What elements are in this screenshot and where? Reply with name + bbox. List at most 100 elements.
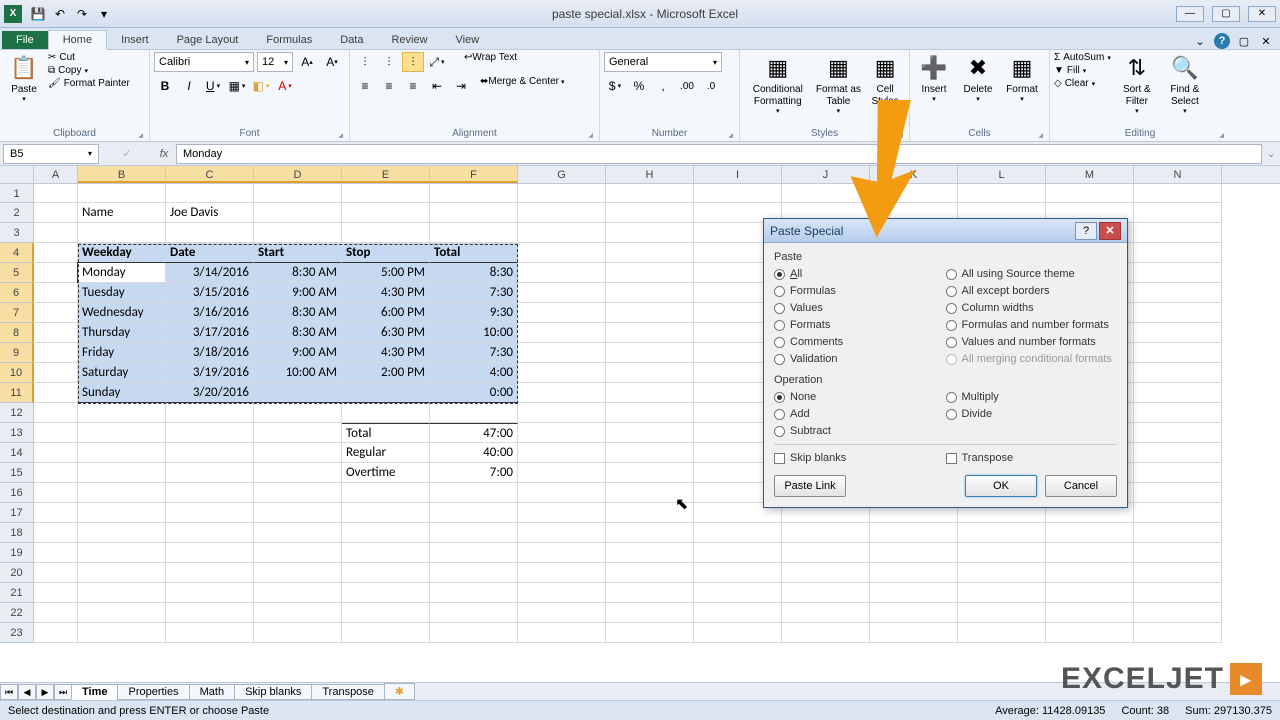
- cell[interactable]: [518, 603, 606, 623]
- cell[interactable]: [606, 463, 694, 483]
- tab-insert[interactable]: Insert: [107, 31, 163, 49]
- autosum-button[interactable]: ΣAutoSum▾: [1054, 52, 1111, 63]
- cell[interactable]: [1134, 523, 1222, 543]
- cell[interactable]: [430, 583, 518, 603]
- cell[interactable]: [1046, 603, 1134, 623]
- cell[interactable]: [34, 403, 78, 423]
- cell[interactable]: [430, 483, 518, 503]
- cell[interactable]: [254, 423, 342, 443]
- col-header[interactable]: N: [1134, 166, 1222, 183]
- format-as-table-button[interactable]: ▦Format as Table▾: [816, 52, 862, 116]
- cell[interactable]: Monday: [78, 263, 166, 283]
- italic-button[interactable]: I: [178, 76, 200, 96]
- clear-button[interactable]: ◇Clear▾: [1054, 78, 1111, 89]
- cell[interactable]: Weekday: [78, 243, 166, 263]
- cell[interactable]: [606, 343, 694, 363]
- cell[interactable]: 6:00 PM: [342, 303, 430, 323]
- cell[interactable]: [782, 563, 870, 583]
- sheet-tab-math[interactable]: Math: [189, 684, 235, 700]
- cell[interactable]: [342, 184, 430, 203]
- dialog-help-button[interactable]: ?: [1075, 222, 1097, 240]
- sheet-tab-skip-blanks[interactable]: Skip blanks: [234, 684, 312, 700]
- paste-button[interactable]: 📋 Paste▾: [4, 52, 44, 104]
- cell[interactable]: [342, 523, 430, 543]
- cell[interactable]: [870, 623, 958, 643]
- cell[interactable]: [430, 403, 518, 423]
- cell[interactable]: [518, 463, 606, 483]
- increase-decimal-icon[interactable]: .00: [676, 76, 698, 96]
- cell[interactable]: [78, 483, 166, 503]
- cell[interactable]: [166, 503, 254, 523]
- cell[interactable]: [1134, 563, 1222, 583]
- cell[interactable]: [254, 523, 342, 543]
- cell[interactable]: [34, 503, 78, 523]
- radio-all[interactable]: All: [774, 267, 946, 281]
- cell[interactable]: Tuesday: [78, 283, 166, 303]
- cell[interactable]: [870, 583, 958, 603]
- cell-styles-button[interactable]: ▦Cell Styles▾: [865, 52, 905, 116]
- merge-center-button[interactable]: ⬌Merge & Center: [480, 76, 565, 96]
- cell[interactable]: Regular: [342, 443, 430, 463]
- cell[interactable]: [518, 523, 606, 543]
- align-right-icon[interactable]: ≡: [402, 76, 424, 96]
- cell[interactable]: [430, 523, 518, 543]
- radio-column-widths[interactable]: Column widths: [946, 301, 1118, 315]
- cell[interactable]: [342, 563, 430, 583]
- inner-close-icon[interactable]: ✕: [1258, 33, 1274, 49]
- cell[interactable]: [78, 583, 166, 603]
- cell[interactable]: [606, 203, 694, 223]
- row-header[interactable]: 13: [0, 423, 34, 443]
- name-box[interactable]: B5▾: [3, 144, 99, 164]
- row-header[interactable]: 17: [0, 503, 34, 523]
- row-header[interactable]: 1: [0, 184, 34, 203]
- cell[interactable]: [518, 483, 606, 503]
- cell[interactable]: [606, 563, 694, 583]
- cell[interactable]: [254, 463, 342, 483]
- qat-customize-icon[interactable]: ▾: [94, 4, 114, 24]
- cell[interactable]: [1134, 363, 1222, 383]
- cell[interactable]: 2:00 PM: [342, 363, 430, 383]
- cell[interactable]: [606, 323, 694, 343]
- cell[interactable]: [606, 383, 694, 403]
- col-header[interactable]: A: [34, 166, 78, 183]
- cell[interactable]: [254, 563, 342, 583]
- redo-icon[interactable]: ↷: [72, 4, 92, 24]
- cell[interactable]: [34, 423, 78, 443]
- cell[interactable]: Name: [78, 203, 166, 223]
- radio-add[interactable]: Add: [774, 407, 946, 421]
- row-header[interactable]: 11: [0, 383, 34, 403]
- cell[interactable]: [958, 184, 1046, 203]
- cell[interactable]: Thursday: [78, 323, 166, 343]
- cell[interactable]: 10:00: [430, 323, 518, 343]
- fill-color-button[interactable]: ◧: [250, 76, 272, 96]
- cell[interactable]: [606, 403, 694, 423]
- cell[interactable]: [606, 603, 694, 623]
- row-header[interactable]: 5: [0, 263, 34, 283]
- cell[interactable]: [34, 483, 78, 503]
- cell[interactable]: 4:00: [430, 363, 518, 383]
- cell[interactable]: [958, 623, 1046, 643]
- cell[interactable]: [34, 184, 78, 203]
- cancel-button[interactable]: Cancel: [1045, 475, 1117, 497]
- cell[interactable]: [342, 203, 430, 223]
- font-color-button[interactable]: A: [274, 76, 296, 96]
- cell[interactable]: [958, 603, 1046, 623]
- sort-filter-button[interactable]: ⇅Sort & Filter▾: [1115, 52, 1159, 116]
- cell[interactable]: [606, 243, 694, 263]
- cell[interactable]: [342, 403, 430, 423]
- currency-icon[interactable]: $: [604, 76, 626, 96]
- cell[interactable]: [78, 503, 166, 523]
- sheet-tab-properties[interactable]: Properties: [117, 684, 189, 700]
- cell[interactable]: [342, 223, 430, 243]
- cell[interactable]: Total: [430, 243, 518, 263]
- cell[interactable]: 47:00: [430, 423, 518, 443]
- cell[interactable]: [1046, 563, 1134, 583]
- format-painter-button[interactable]: 🖌Format Painter: [48, 78, 130, 89]
- cell[interactable]: Total: [342, 423, 430, 443]
- cell[interactable]: [518, 623, 606, 643]
- cell[interactable]: 3/15/2016: [166, 283, 254, 303]
- cell[interactable]: [606, 223, 694, 243]
- col-header[interactable]: K: [870, 166, 958, 183]
- sheet-nav-prev[interactable]: ◀: [18, 684, 36, 700]
- cell[interactable]: [34, 343, 78, 363]
